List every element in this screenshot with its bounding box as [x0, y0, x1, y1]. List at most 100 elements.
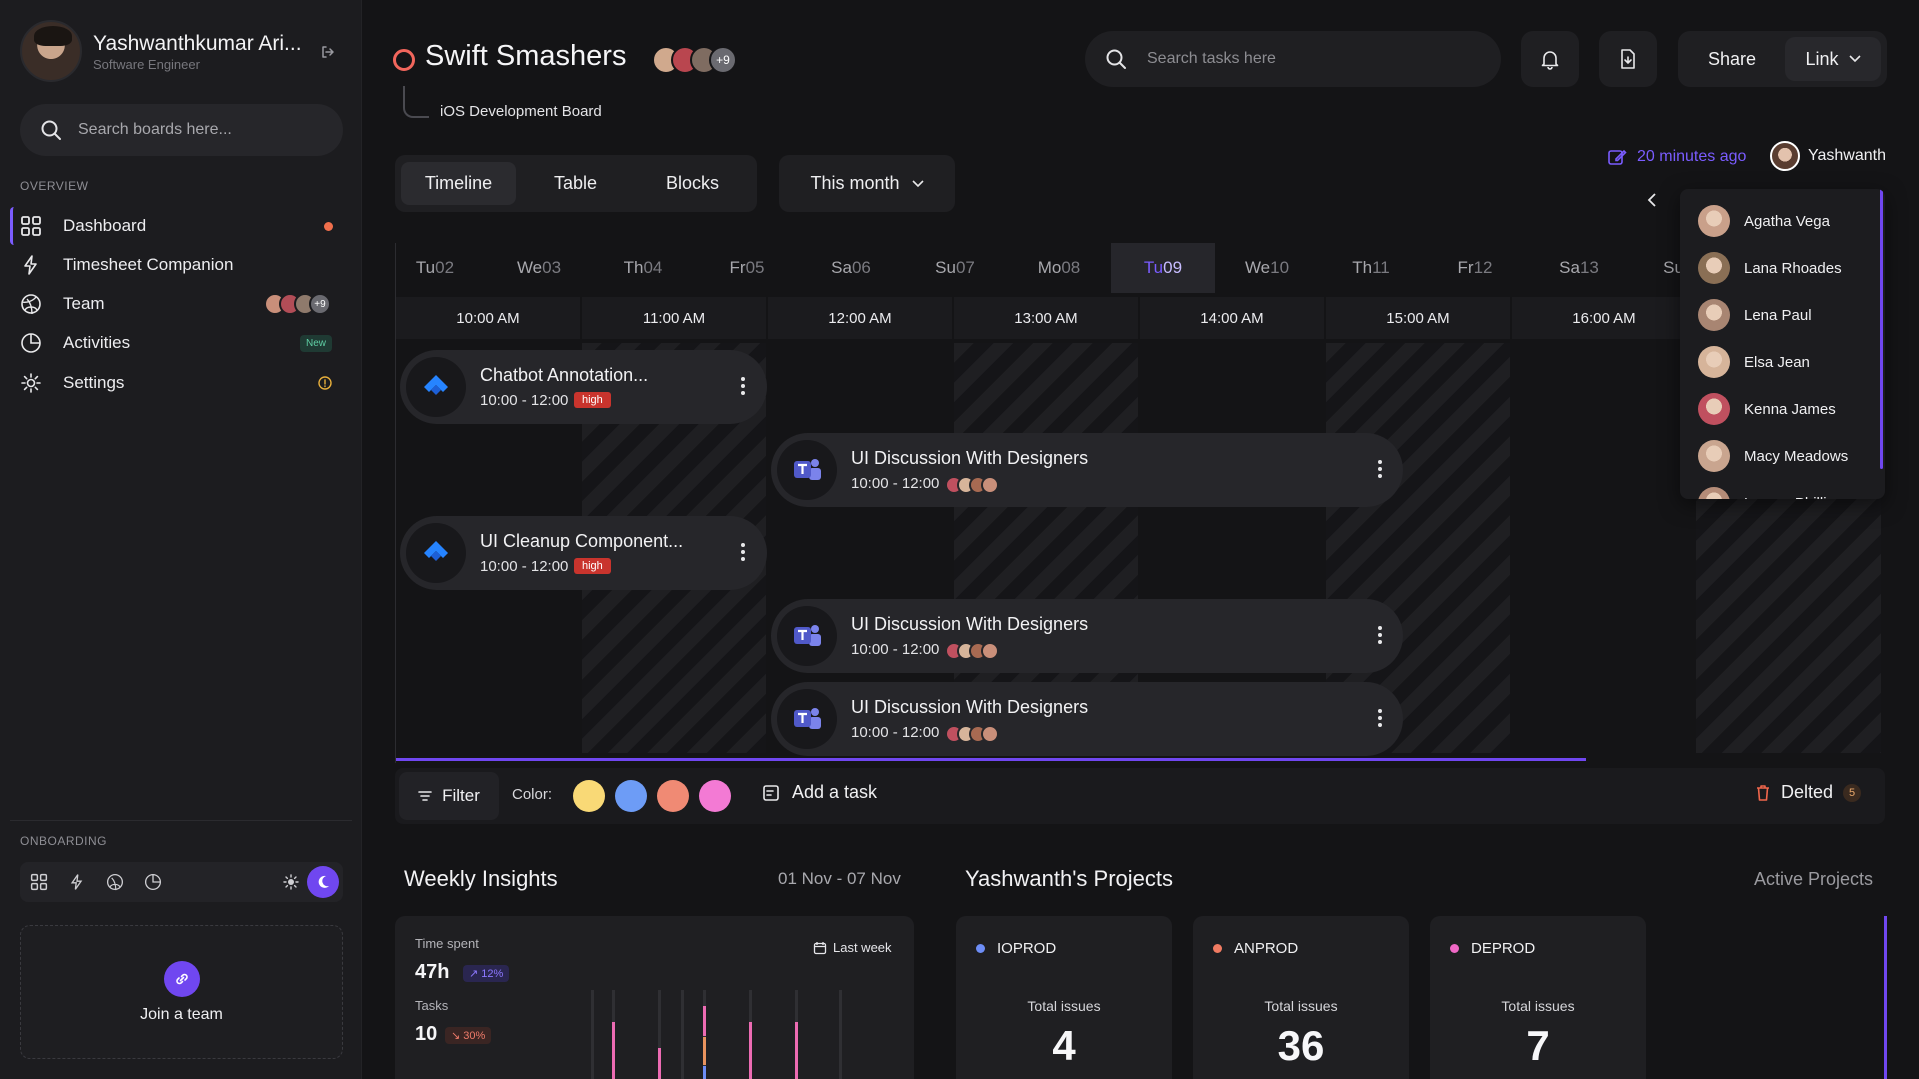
person-item[interactable]: Lena Paul — [1698, 297, 1812, 333]
tab-blocks[interactable]: Blocks — [635, 162, 750, 205]
people-scrollbar[interactable] — [1880, 189, 1883, 469]
color-swatch-blue[interactable] — [615, 780, 647, 812]
chevron-left-icon — [1647, 193, 1656, 207]
task-search-input[interactable] — [1147, 50, 1467, 68]
project-label: IOPROD — [997, 940, 1057, 957]
link-icon — [164, 961, 200, 997]
sidebar-item-timesheet[interactable]: Timesheet Companion — [10, 246, 345, 284]
day-fr05[interactable]: Fr 05 — [695, 243, 799, 293]
task-card[interactable]: UI Discussion With Designers 10:00 - 12:… — [771, 599, 1403, 673]
people-dropdown: Agatha Vega Lana Rhoades Lena Paul Elsa Jea… — [1680, 189, 1885, 499]
task-assignees — [945, 476, 999, 494]
add-task-button[interactable]: Add a task — [762, 782, 877, 803]
day-name: Su — [935, 258, 956, 277]
filter-button[interactable]: Filter — [399, 772, 499, 820]
person-item[interactable]: Macy Meadows — [1698, 438, 1848, 474]
add-task-icon — [763, 784, 779, 801]
more-options-icon[interactable] — [1378, 460, 1382, 478]
color-label: Color: — [512, 786, 553, 803]
sidebar-item-settings[interactable]: Settings — [10, 364, 345, 402]
lightning-icon — [20, 254, 44, 276]
task-card[interactable]: UI Cleanup Component... 10:00 - 12:00 hi… — [400, 516, 767, 590]
person-item[interactable]: Lana Rhoades — [1698, 250, 1842, 286]
deleted-count: 5 — [1843, 783, 1861, 802]
deleted-tasks-button[interactable]: Delted 5 — [1755, 782, 1861, 803]
time-spent-delta: ↗ 12% — [463, 965, 510, 982]
board-members[interactable]: +9 — [652, 46, 737, 74]
lightning-icon[interactable] — [58, 873, 96, 891]
period-selector[interactable]: Last week — [813, 940, 892, 955]
color-swatch-salmon[interactable] — [657, 780, 689, 812]
person-item[interactable]: Kenna James — [1698, 391, 1836, 427]
export-button[interactable] — [1599, 31, 1657, 87]
person-name: Agatha Vega — [1744, 212, 1830, 230]
grid-icon[interactable] — [20, 873, 58, 891]
total-issues-value: 36 — [1277, 1022, 1325, 1069]
sidebar-item-team[interactable]: Team +9 — [10, 285, 345, 323]
moon-icon[interactable] — [307, 866, 339, 898]
more-options-icon[interactable] — [741, 543, 745, 561]
page-scrollbar[interactable] — [1884, 916, 1887, 1079]
bell-icon — [1541, 51, 1559, 70]
tab-timeline[interactable]: Timeline — [401, 162, 516, 205]
collapse-people-button[interactable] — [1647, 193, 1657, 207]
sun-icon[interactable] — [275, 874, 307, 890]
color-swatch-yellow[interactable] — [573, 780, 605, 812]
day-name: Fr — [1457, 258, 1474, 277]
board-subtitle: iOS Development Board — [440, 103, 602, 120]
person-item[interactable]: Elsa Jean — [1698, 344, 1810, 380]
share-button[interactable]: Share — [1678, 31, 1786, 87]
person-item[interactable]: Agatha Vega — [1698, 203, 1830, 239]
day-su07[interactable]: Su 07 — [903, 243, 1007, 293]
chart-bar — [703, 1037, 706, 1065]
person-item[interactable]: Lauren Phillips — [1698, 485, 1842, 499]
day-we10[interactable]: We 10 — [1215, 243, 1319, 293]
color-swatch-pink[interactable] — [699, 780, 731, 812]
task-card[interactable]: UI Discussion With Designers 10:00 - 12:… — [771, 433, 1403, 507]
task-search[interactable] — [1085, 31, 1501, 87]
board-owner[interactable]: Yashwanth — [1770, 141, 1886, 171]
task-card[interactable]: UI Discussion With Designers 10:00 - 12:… — [771, 682, 1403, 756]
day-th11[interactable]: Th 11 — [1319, 243, 1423, 293]
more-options-icon[interactable] — [1378, 709, 1382, 727]
logout-icon[interactable] — [320, 44, 336, 60]
more-options-icon[interactable] — [741, 377, 745, 395]
user-avatar[interactable] — [20, 20, 82, 82]
project-card[interactable]: ANPROD Total issues 36 — [1193, 916, 1409, 1079]
link-dropdown[interactable]: Link — [1785, 37, 1881, 81]
priority-badge: high — [574, 558, 611, 574]
day-mo08[interactable]: Mo 08 — [1007, 243, 1111, 293]
day-tu02[interactable]: Tu 02 — [396, 243, 487, 293]
notifications-button[interactable] — [1521, 31, 1579, 87]
filter-icon — [418, 791, 432, 801]
more-count: +9 — [709, 46, 737, 74]
theme-toggle[interactable] — [275, 866, 339, 898]
board-search[interactable] — [20, 104, 343, 156]
project-card[interactable]: DEPROD Total issues 7 — [1430, 916, 1646, 1079]
tab-table[interactable]: Table — [519, 162, 632, 205]
day-tu09[interactable]: Tu 09 — [1111, 243, 1215, 293]
chart-bar — [703, 1006, 706, 1036]
join-team-card[interactable]: Join a team — [20, 925, 343, 1059]
day-th04[interactable]: Th 04 — [591, 243, 695, 293]
timeline-scrollbar[interactable] — [396, 758, 1586, 761]
search-icon — [41, 120, 61, 140]
board-search-input[interactable] — [78, 121, 318, 139]
projects-filter[interactable]: Active Projects — [1754, 869, 1873, 890]
sidebar-item-activities[interactable]: Activities New — [10, 324, 345, 362]
team-icon[interactable] — [96, 873, 134, 891]
day-fr12[interactable]: Fr 12 — [1423, 243, 1527, 293]
avatar — [1698, 205, 1730, 237]
date-range-dropdown[interactable]: This month — [779, 155, 955, 212]
day-we03[interactable]: We 03 — [487, 243, 591, 293]
sidebar-item-label: Timesheet Companion — [63, 255, 234, 274]
insights-range: 01 Nov - 07 Nov — [778, 869, 901, 888]
project-card[interactable]: IOPROD Total issues 4 — [956, 916, 1172, 1079]
day-sa13[interactable]: Sa 13 — [1527, 243, 1631, 293]
activity-icon[interactable] — [134, 873, 172, 891]
sidebar-item-dashboard[interactable]: Dashboard — [10, 207, 345, 245]
total-issues-label: Total issues — [1501, 998, 1575, 1014]
day-sa06[interactable]: Sa 06 — [799, 243, 903, 293]
task-card[interactable]: Chatbot Annotation... 10:00 - 12:00 high — [400, 350, 767, 424]
more-options-icon[interactable] — [1378, 626, 1382, 644]
